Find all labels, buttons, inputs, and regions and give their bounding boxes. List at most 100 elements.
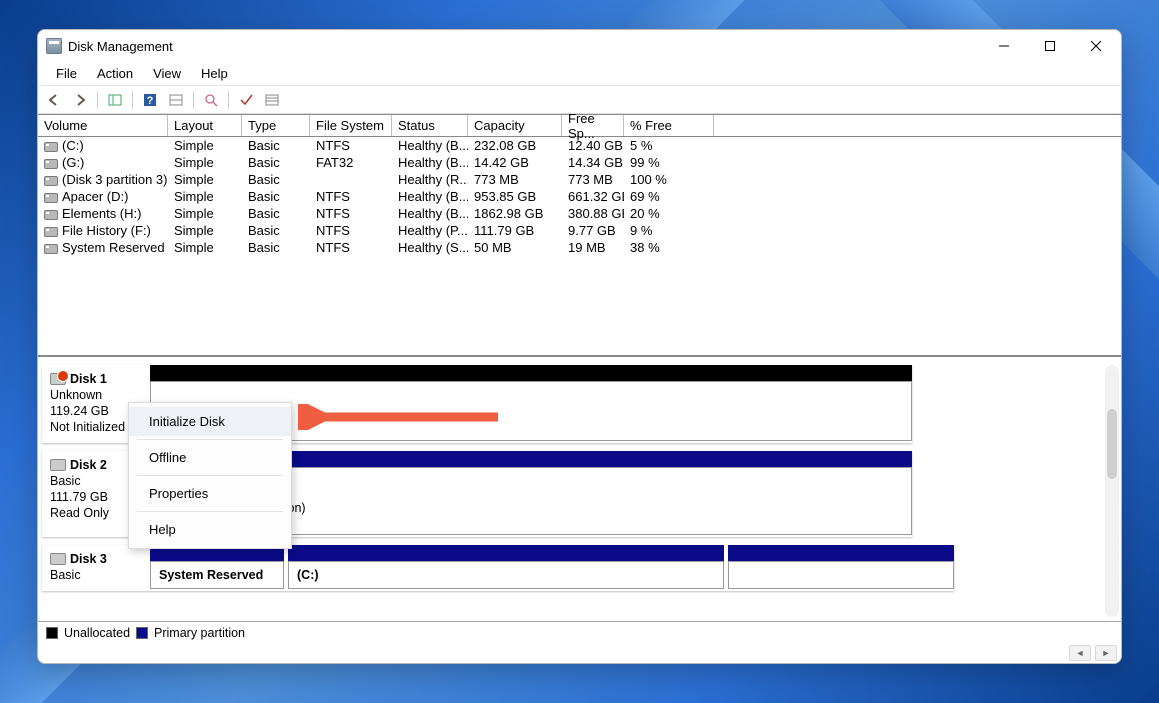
menu-action[interactable]: Action xyxy=(87,64,143,83)
app-icon xyxy=(46,38,62,54)
disk-error-icon xyxy=(50,373,66,385)
disk-icon xyxy=(50,459,66,471)
drive-icon xyxy=(44,227,58,237)
volume-row[interactable]: (C:) Simple Basic NTFS Healthy (B... 232… xyxy=(38,137,1121,154)
volume-layout: Simple xyxy=(168,240,242,255)
close-button[interactable] xyxy=(1073,30,1119,62)
disk-info[interactable]: Disk 3 Basic xyxy=(42,545,150,589)
volume-fs: FAT32 xyxy=(310,155,392,170)
list-button[interactable] xyxy=(260,89,284,111)
volume-free: 19 MB xyxy=(562,240,624,255)
disk-state: Basic xyxy=(50,567,142,583)
drive-icon xyxy=(44,159,58,169)
check-button[interactable] xyxy=(234,89,258,111)
volume-fs: NTFS xyxy=(310,189,392,204)
column-capacity[interactable]: Capacity xyxy=(468,115,562,136)
partition-system-reserved[interactable]: System Reserved xyxy=(150,561,284,589)
volume-pct: 5 % xyxy=(624,138,714,153)
disk-name: Disk 1 xyxy=(70,371,107,387)
volume-capacity: 14.42 GB xyxy=(468,155,562,170)
volume-pct: 69 % xyxy=(624,189,714,204)
legend-primary: Primary partition xyxy=(154,626,245,640)
volume-row[interactable]: (Disk 3 partition 3) Simple Basic Health… xyxy=(38,171,1121,188)
disk-management-window: Disk Management File Action View Help ? xyxy=(37,29,1122,664)
volume-layout: Simple xyxy=(168,189,242,204)
volume-type: Basic xyxy=(242,189,310,204)
volume-status: Healthy (S... xyxy=(392,240,468,255)
volume-capacity: 232.08 GB xyxy=(468,138,562,153)
scroll-left-button[interactable]: ◄ xyxy=(1069,645,1091,661)
partition-c[interactable]: (C:) xyxy=(288,561,724,589)
volume-status: Healthy (R... xyxy=(392,172,468,187)
context-properties[interactable]: Properties xyxy=(129,479,291,508)
column-volume[interactable]: Volume xyxy=(38,115,168,136)
refresh-button[interactable] xyxy=(199,89,223,111)
partition-stripe-primary xyxy=(288,545,724,561)
volume-row[interactable]: Apacer (D:) Simple Basic NTFS Healthy (B… xyxy=(38,188,1121,205)
volume-status: Healthy (B... xyxy=(392,155,468,170)
disk-partitions[interactable]: System Reserved (C:) xyxy=(150,545,954,589)
volume-pct: 9 % xyxy=(624,223,714,238)
volume-pct: 99 % xyxy=(624,155,714,170)
column-freespace[interactable]: Free Sp... xyxy=(562,115,624,136)
volume-row[interactable]: (G:) Simple Basic FAT32 Healthy (B... 14… xyxy=(38,154,1121,171)
drive-icon xyxy=(44,210,58,220)
menu-view[interactable]: View xyxy=(143,64,191,83)
drive-icon xyxy=(44,176,58,186)
column-type[interactable]: Type xyxy=(242,115,310,136)
volume-free: 9.77 GB xyxy=(562,223,624,238)
volume-status: Healthy (P... xyxy=(392,223,468,238)
help-button[interactable]: ? xyxy=(138,89,162,111)
legend: Unallocated Primary partition xyxy=(38,621,1121,643)
context-offline[interactable]: Offline xyxy=(129,443,291,472)
context-menu: Initialize Disk Offline Properties Help xyxy=(128,402,292,549)
partition-extra[interactable] xyxy=(728,561,954,589)
settings-button[interactable] xyxy=(164,89,188,111)
disk-icon xyxy=(50,553,66,565)
volume-row[interactable]: Elements (H:) Simple Basic NTFS Healthy … xyxy=(38,205,1121,222)
context-help[interactable]: Help xyxy=(129,515,291,544)
volume-fs: NTFS xyxy=(310,223,392,238)
context-initialize-disk[interactable]: Initialize Disk xyxy=(129,407,291,436)
partition-stripe-unallocated xyxy=(150,365,912,381)
volume-capacity: 50 MB xyxy=(468,240,562,255)
column-status[interactable]: Status xyxy=(392,115,468,136)
disk-state: Unknown xyxy=(50,387,142,403)
volume-type: Basic xyxy=(242,155,310,170)
disk-name: Disk 3 xyxy=(70,551,107,567)
volume-name: Elements (H:) xyxy=(62,206,141,221)
drive-icon xyxy=(44,193,58,203)
volume-row[interactable]: File History (F:) Simple Basic NTFS Heal… xyxy=(38,222,1121,239)
partition-name: System Reserved xyxy=(159,568,275,582)
column-layout[interactable]: Layout xyxy=(168,115,242,136)
menu-file[interactable]: File xyxy=(46,64,87,83)
volume-capacity: 773 MB xyxy=(468,172,562,187)
window-controls xyxy=(981,30,1119,62)
volume-pct: 38 % xyxy=(624,240,714,255)
volume-layout: Simple xyxy=(168,206,242,221)
scrollbar-thumb[interactable] xyxy=(1107,409,1117,479)
scroll-right-button[interactable]: ► xyxy=(1095,645,1117,661)
volume-type: Basic xyxy=(242,223,310,238)
volume-pct: 100 % xyxy=(624,172,714,187)
volume-type: Basic xyxy=(242,172,310,187)
volume-name: (C:) xyxy=(62,138,84,153)
volume-fs: NTFS xyxy=(310,206,392,221)
volume-status: Healthy (B... xyxy=(392,189,468,204)
partition-stripe-primary xyxy=(728,545,954,561)
volume-free: 661.32 GB xyxy=(562,189,624,204)
column-filesystem[interactable]: File System xyxy=(310,115,392,136)
volume-name: System Reserved xyxy=(62,240,165,255)
disk-row-3[interactable]: Disk 3 Basic System Reserved (C:) xyxy=(42,545,954,591)
vertical-scrollbar[interactable] xyxy=(1105,365,1119,617)
volume-pct: 20 % xyxy=(624,206,714,221)
volume-fs: NTFS xyxy=(310,240,392,255)
volume-row[interactable]: System Reserved Simple Basic NTFS Health… xyxy=(38,239,1121,256)
menu-help[interactable]: Help xyxy=(191,64,238,83)
column-pctfree[interactable]: % Free xyxy=(624,115,714,136)
forward-button[interactable] xyxy=(68,89,92,111)
minimize-button[interactable] xyxy=(981,30,1027,62)
show-hide-console-button[interactable] xyxy=(103,89,127,111)
maximize-button[interactable] xyxy=(1027,30,1073,62)
back-button[interactable] xyxy=(42,89,66,111)
